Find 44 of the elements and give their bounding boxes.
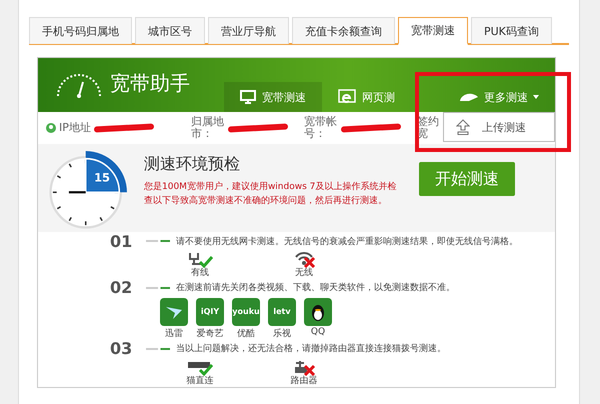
redaction-scribble [94, 123, 154, 133]
more-tests-dropdown[interactable]: 更多测速 [453, 82, 545, 112]
option-label: 无线 [295, 268, 313, 279]
tab[interactable]: 营业厅导航 [208, 17, 289, 44]
app-label: QQ [310, 326, 326, 337]
monitor-icon [240, 90, 256, 104]
redaction-scribble [228, 123, 288, 133]
app-label: 迅雷 [165, 328, 183, 340]
app-label: 乐视 [273, 328, 291, 340]
app-label: 爱奇艺 [196, 328, 224, 340]
step-number: 02 [110, 278, 134, 298]
option-label: 有线 [191, 268, 209, 279]
browser-icon [338, 89, 356, 105]
warning-text: 您是100M宽带用户，建议使用windows 7及以上操作系统并检查以下导致高宽带测速不准确的环境问题，然后再进行测速。 [144, 181, 398, 208]
tab[interactable]: 城市区号 [135, 17, 205, 44]
field-label: 归属地市： [191, 116, 225, 140]
step-text: 当以上问题解决，还无法合格，请撤掉路由器直接连接猫拨号测速。 [176, 342, 446, 356]
redaction-scribble [340, 123, 402, 133]
caret-icon [533, 95, 539, 99]
app-label: 优酷 [237, 328, 255, 340]
step-number: 03 [110, 339, 134, 358]
app-icon [304, 298, 332, 326]
option-label: 路由器 [290, 376, 318, 387]
step-number: 01 [110, 232, 134, 250]
timer-number: 15 [94, 170, 110, 185]
step-text: 在测速前请先关闭各类视频、下载、聊天类软件，以免测速数据不准。 [176, 282, 455, 294]
gauge-icon [459, 92, 479, 102]
tab[interactable]: 充值卡余额查询 [292, 17, 395, 44]
app-icon [160, 298, 188, 326]
tab[interactable]: 手机号码归属地 [29, 17, 132, 44]
app-icon: iQIY [196, 298, 224, 326]
upload-icon [456, 119, 470, 135]
app-icon: youku [232, 298, 260, 326]
step-text: 请不要使用无线网卡测速。无线信号的衰减会严重影响测速结果，即使无线信号满格。 [176, 236, 518, 248]
app-title: 宽带助手 [110, 70, 190, 96]
tab[interactable]: PUK码查询 [471, 17, 552, 44]
section-title: 测速环境预检 [144, 154, 241, 175]
app-icon: letv [268, 298, 296, 326]
field-label: 宽带帐号： [304, 116, 338, 140]
field-label: IP地址 [59, 122, 91, 134]
user-icon [46, 123, 56, 133]
option-label: 猫直连 [186, 376, 214, 387]
tab[interactable]: 宽带测速 [398, 17, 468, 45]
nav-tab[interactable]: 宽带测速 [224, 82, 322, 112]
